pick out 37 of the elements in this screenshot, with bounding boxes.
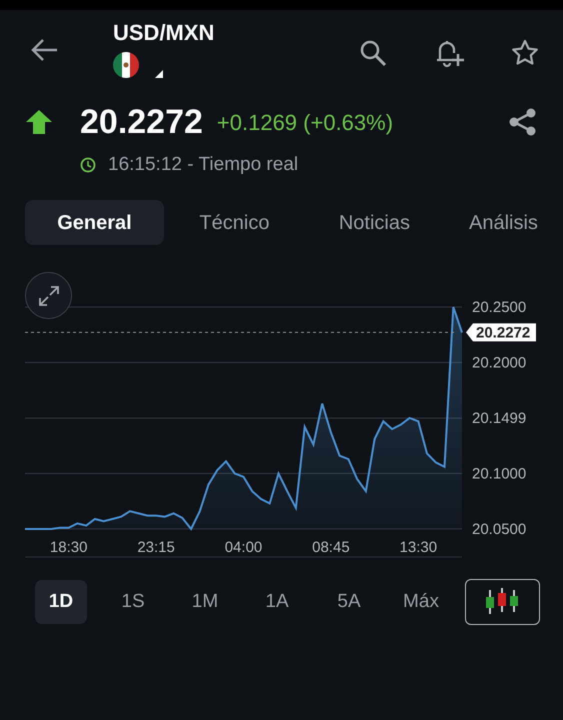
expand-button[interactable] — [25, 272, 72, 319]
dropdown-icon[interactable] — [155, 70, 163, 78]
period-button[interactable]: 1D — [35, 580, 87, 624]
price-change: +0.1269 (+0.63%) — [216, 108, 394, 136]
pair-title: USD/MXN — [113, 22, 214, 44]
candlestick-chart-button[interactable] — [465, 579, 540, 625]
ref-line-label: 20.2272 — [476, 324, 530, 342]
y-axis-label: 20.2000 — [472, 354, 526, 372]
expand-icon — [36, 284, 60, 308]
price-value: 20.2272 — [80, 105, 203, 139]
tab[interactable]: Técnico — [164, 200, 305, 245]
y-axis-label: 20.0500 — [472, 520, 526, 538]
tab[interactable]: General — [25, 200, 164, 245]
period-button[interactable]: 1M — [179, 580, 231, 624]
y-axis-label: 20.2500 — [472, 299, 526, 316]
y-axis-label: 20.1499 — [472, 410, 526, 428]
up-arrow-icon — [26, 110, 52, 134]
share-button[interactable] — [507, 107, 537, 137]
x-axis-label: 23:15 — [137, 539, 175, 556]
y-axis-label: 20.1000 — [472, 465, 526, 482]
period-button[interactable]: 1S — [107, 580, 159, 624]
period-button[interactable]: 5A — [323, 580, 375, 624]
back-button[interactable] — [30, 38, 58, 62]
period-button[interactable]: Máx — [395, 580, 447, 624]
tab[interactable]: Noticias — [304, 200, 444, 245]
mexico-flag-icon — [113, 52, 139, 78]
clock-icon — [80, 157, 96, 173]
x-axis-label: 08:45 — [312, 539, 350, 556]
x-axis-label: 18:30 — [50, 539, 88, 556]
timestamp: 16:15:12 - Tiempo real — [108, 152, 298, 177]
candlestick-icon — [484, 588, 520, 616]
tab[interactable]: Análisis — [444, 200, 563, 245]
current-price-tag: 20.2272 — [466, 323, 536, 342]
x-axis-label: 04:00 — [224, 539, 262, 556]
search-button[interactable] — [359, 38, 387, 68]
x-axis-label: 13:30 — [400, 539, 438, 556]
period-button[interactable]: 1A — [251, 580, 303, 624]
